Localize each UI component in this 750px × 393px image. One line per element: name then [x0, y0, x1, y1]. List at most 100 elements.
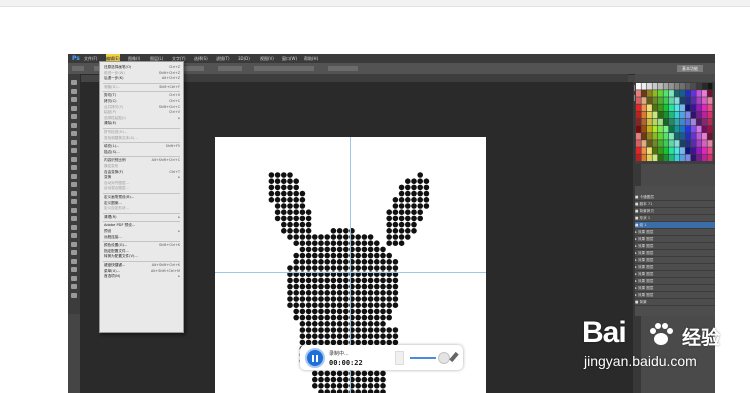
color-swatch[interactable] — [691, 147, 696, 154]
color-swatch[interactable] — [707, 125, 713, 133]
color-swatch[interactable] — [669, 140, 674, 147]
edit-menu-item[interactable]: 清除(E) — [104, 121, 180, 126]
color-swatch[interactable] — [685, 133, 691, 140]
tool-button[interactable] — [71, 233, 77, 238]
color-swatch[interactable] — [707, 147, 713, 154]
color-swatch[interactable] — [707, 154, 713, 162]
edit-menu-item[interactable]: 定义图案... — [104, 201, 180, 206]
color-swatch[interactable] — [691, 104, 696, 111]
color-swatch[interactable] — [674, 104, 680, 111]
color-swatch[interactable] — [652, 90, 658, 97]
color-swatch[interactable] — [702, 104, 707, 111]
volume-slider[interactable] — [410, 357, 436, 359]
color-swatch[interactable] — [680, 125, 685, 133]
color-swatch[interactable] — [641, 125, 647, 133]
microphone-icon[interactable] — [395, 351, 404, 365]
color-swatch[interactable] — [652, 154, 658, 162]
color-swatch[interactable] — [680, 133, 685, 140]
color-swatch[interactable] — [680, 83, 685, 90]
color-swatch[interactable] — [669, 97, 674, 104]
layer-row[interactable]: ▸ 效果 图层 — [635, 236, 715, 243]
color-swatch[interactable] — [663, 111, 669, 119]
color-swatch[interactable] — [680, 140, 685, 147]
option-control[interactable] — [328, 66, 358, 71]
color-swatch[interactable] — [663, 90, 669, 97]
edit-menu-item[interactable]: 定义画笔预设(B)... — [104, 195, 180, 200]
edit-menu-item[interactable]: Adobe PDF 预设... — [104, 223, 180, 228]
layer-row[interactable]: ■ 组 1 — [635, 222, 715, 229]
color-swatch[interactable] — [636, 83, 641, 90]
color-swatch[interactable] — [674, 133, 680, 140]
color-swatch[interactable] — [691, 125, 696, 133]
color-swatch[interactable] — [680, 111, 685, 119]
color-swatch[interactable] — [658, 133, 663, 140]
color-swatch[interactable] — [702, 147, 707, 154]
edit-menu-item[interactable]: 填充(L)... Shift+F5 — [104, 144, 180, 149]
color-swatch[interactable] — [702, 125, 707, 133]
color-swatch[interactable] — [652, 140, 658, 147]
color-swatch[interactable] — [663, 118, 669, 126]
edit-menu-item[interactable]: 远程连接... — [104, 235, 180, 240]
color-swatch[interactable] — [647, 111, 652, 119]
color-swatch[interactable] — [707, 90, 713, 97]
color-swatch[interactable] — [641, 147, 647, 154]
color-swatch[interactable] — [707, 83, 713, 90]
tool-button[interactable] — [71, 139, 77, 145]
layer-row[interactable]: ■ 副本 71 — [635, 201, 715, 208]
color-swatch[interactable] — [702, 111, 707, 119]
color-swatch[interactable] — [647, 154, 652, 162]
color-swatch[interactable] — [658, 118, 663, 126]
color-swatch[interactable] — [647, 125, 652, 133]
menu-item[interactable]: 窗口(W) — [282, 54, 297, 63]
color-swatch[interactable] — [707, 118, 713, 126]
edit-menu-item[interactable]: 清理(R) ▸ — [104, 215, 180, 220]
color-swatch[interactable] — [691, 90, 696, 97]
color-swatch[interactable] — [652, 125, 658, 133]
color-swatch[interactable] — [647, 104, 652, 111]
edit-menu-item[interactable]: 菜单(U)... Alt+Shift+Ctrl+M — [104, 269, 180, 274]
tool-button[interactable] — [71, 267, 77, 272]
color-swatch[interactable] — [680, 90, 685, 97]
tool-button[interactable] — [71, 250, 77, 255]
tool-button[interactable] — [71, 165, 77, 170]
color-swatch[interactable] — [702, 83, 707, 90]
color-swatch[interactable] — [674, 97, 680, 104]
tool-button[interactable] — [71, 131, 77, 136]
tool-preset-icon[interactable] — [72, 66, 84, 71]
color-swatch[interactable] — [696, 97, 702, 104]
tool-button[interactable] — [71, 148, 77, 153]
color-swatch[interactable] — [685, 118, 691, 126]
layer-row[interactable]: ▸ 效果 图层 — [635, 243, 715, 250]
color-swatch[interactable] — [652, 118, 658, 126]
color-swatch[interactable] — [636, 97, 641, 104]
color-swatch[interactable] — [636, 140, 641, 147]
color-swatch[interactable] — [636, 90, 641, 97]
color-swatch[interactable] — [696, 147, 702, 154]
layer-row[interactable]: ■ 卡通图层 — [635, 194, 715, 201]
tool-button[interactable] — [71, 88, 77, 94]
color-swatch[interactable] — [641, 97, 647, 104]
menu-item[interactable]: 文件(F) — [84, 54, 97, 63]
tool-button[interactable] — [71, 97, 77, 102]
color-swatch[interactable] — [652, 104, 658, 111]
edit-menu-item[interactable]: 内容识别比例 Alt+Shift+Ctrl+C — [104, 158, 180, 163]
color-swatch[interactable] — [641, 140, 647, 147]
edit-menu-item[interactable]: 颜色设置(G)... Shift+Ctrl+K — [104, 243, 180, 248]
color-swatch[interactable] — [663, 104, 669, 111]
color-swatch[interactable] — [685, 97, 691, 104]
color-swatch[interactable] — [663, 154, 669, 162]
tool-button[interactable] — [71, 258, 77, 264]
color-swatch[interactable] — [663, 97, 669, 104]
color-swatch[interactable] — [652, 97, 658, 104]
tool-button[interactable] — [71, 156, 77, 162]
tool-button[interactable] — [71, 173, 77, 179]
edit-menu-item[interactable]: 变换 ▸ — [104, 175, 180, 180]
color-swatch[interactable] — [647, 90, 652, 97]
edit-menu-item[interactable]: 键盘快捷键... Alt+Shift+Ctrl+K — [104, 263, 180, 268]
color-swatch[interactable] — [658, 140, 663, 147]
color-swatch[interactable] — [641, 83, 647, 90]
color-swatch[interactable] — [636, 111, 641, 119]
color-swatch[interactable] — [674, 154, 680, 162]
tool-button[interactable] — [71, 224, 77, 230]
color-swatch[interactable] — [702, 140, 707, 147]
